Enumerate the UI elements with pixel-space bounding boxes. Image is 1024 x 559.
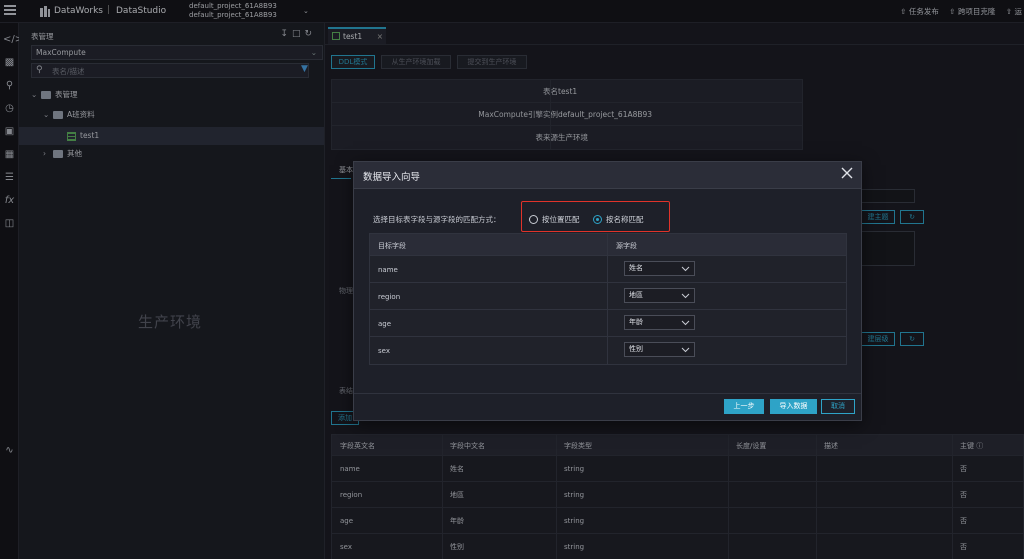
import-data-button[interactable]: 导入数据 bbox=[770, 399, 817, 414]
match-by-name-radio[interactable]: 按名称匹配 bbox=[593, 214, 644, 225]
target-field: age bbox=[378, 320, 392, 328]
target-field: name bbox=[378, 266, 398, 274]
column-divider bbox=[607, 234, 608, 364]
target-field: sex bbox=[378, 347, 390, 355]
source-field-select[interactable]: 性别 bbox=[624, 342, 695, 357]
column-header-target: 目标字段 bbox=[378, 242, 406, 250]
chevron-down-icon bbox=[681, 320, 690, 326]
close-icon[interactable] bbox=[839, 165, 855, 181]
table-header: 目标字段 源字段 bbox=[370, 234, 846, 256]
source-field-select[interactable]: 地區 bbox=[624, 288, 695, 303]
select-value: 年龄 bbox=[629, 318, 643, 326]
match-by-position-radio[interactable]: 按位置匹配 bbox=[529, 214, 580, 225]
chevron-down-icon bbox=[681, 347, 690, 353]
dialog-title: 数据导入向导 bbox=[363, 172, 421, 183]
radio-label: 按位置匹配 bbox=[542, 215, 580, 224]
source-field-select[interactable]: 年龄 bbox=[624, 315, 695, 330]
chevron-down-icon bbox=[681, 293, 690, 299]
radio-label: 按名称匹配 bbox=[606, 215, 644, 224]
data-import-wizard-dialog: 数据导入向导 选择目标表字段与源字段的匹配方式： 按位置匹配 按名称匹配 目标字… bbox=[353, 161, 862, 421]
previous-step-button[interactable]: 上一步 bbox=[724, 399, 764, 414]
mapping-row: age 年龄 bbox=[370, 310, 846, 337]
select-value: 姓名 bbox=[629, 264, 643, 272]
match-mode-label: 选择目标表字段与源字段的匹配方式： bbox=[373, 215, 501, 224]
mapping-row: sex 性别 bbox=[370, 337, 846, 364]
target-field: region bbox=[378, 293, 401, 301]
select-value: 性别 bbox=[629, 345, 643, 353]
column-header-source: 源字段 bbox=[616, 242, 637, 250]
source-field-select[interactable]: 姓名 bbox=[624, 261, 695, 276]
radio-icon bbox=[529, 215, 538, 224]
dialog-footer-divider bbox=[354, 393, 861, 394]
mapping-row: region 地區 bbox=[370, 283, 846, 310]
cancel-button[interactable]: 取消 bbox=[821, 399, 855, 414]
field-mapping-table: 目标字段 源字段 name 姓名 region 地區 age 年龄 sex 性别 bbox=[369, 233, 847, 365]
dialog-header: 数据导入向导 bbox=[354, 162, 861, 189]
mapping-row: name 姓名 bbox=[370, 256, 846, 283]
select-value: 地區 bbox=[629, 291, 643, 299]
chevron-down-icon bbox=[681, 266, 690, 272]
radio-selected-icon bbox=[593, 215, 602, 224]
